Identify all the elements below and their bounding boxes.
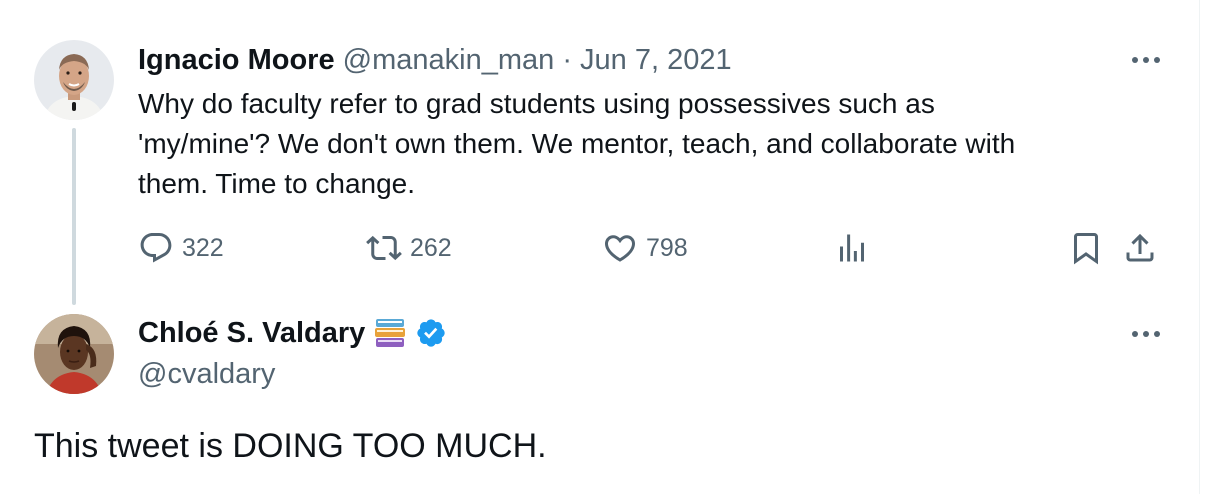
- tweet-date[interactable]: Jun 7, 2021: [580, 44, 732, 76]
- share-button[interactable]: [1122, 228, 1158, 268]
- heart-icon: [604, 235, 636, 262]
- author-name[interactable]: Ignacio Moore: [138, 44, 335, 76]
- avatar-ignacio-moore[interactable]: [34, 40, 114, 120]
- quote-author-handle[interactable]: @cvaldary: [138, 356, 275, 392]
- verified-badge-icon[interactable]: [415, 317, 447, 349]
- bar-chart-icon: [840, 234, 864, 262]
- reply-count: 322: [182, 233, 224, 262]
- like-count: 798: [646, 233, 688, 262]
- quote-more-options-button[interactable]: [1128, 316, 1164, 352]
- tweet-text: Why do faculty refer to grad students us…: [138, 88, 1016, 199]
- three-dots-icon: [1132, 331, 1160, 337]
- author-handle[interactable]: @manakin_man: [343, 44, 555, 76]
- bookmark-icon: [1074, 233, 1098, 265]
- views-button[interactable]: [834, 228, 870, 268]
- books-emoji-icon: [375, 319, 406, 347]
- thread-connector-line: [72, 128, 76, 305]
- quote-author-name[interactable]: Chloé S. Valdary: [138, 314, 365, 352]
- speech-bubble-icon: [140, 233, 172, 263]
- header-separator: ·: [562, 44, 572, 76]
- retweet-count: 262: [410, 233, 452, 262]
- three-dots-icon: [1132, 57, 1160, 63]
- tweet-header: Ignacio Moore @manakin_man · Jun 7, 2021: [138, 42, 732, 78]
- retweet-button[interactable]: 262: [366, 228, 452, 268]
- right-border: [1199, 0, 1200, 494]
- more-options-button[interactable]: [1128, 42, 1164, 78]
- bookmark-button[interactable]: [1068, 228, 1104, 268]
- like-button[interactable]: 798: [602, 228, 688, 268]
- quote-tweet-text: This tweet is DOING TOO MUCH.: [34, 427, 547, 465]
- share-upload-icon: [1126, 233, 1154, 262]
- avatar-chloe-valdary[interactable]: [34, 314, 114, 394]
- retweet-arrows-icon: [366, 235, 402, 261]
- reply-button[interactable]: 322: [138, 228, 224, 268]
- quote-author-line: Chloé S. Valdary: [138, 314, 447, 352]
